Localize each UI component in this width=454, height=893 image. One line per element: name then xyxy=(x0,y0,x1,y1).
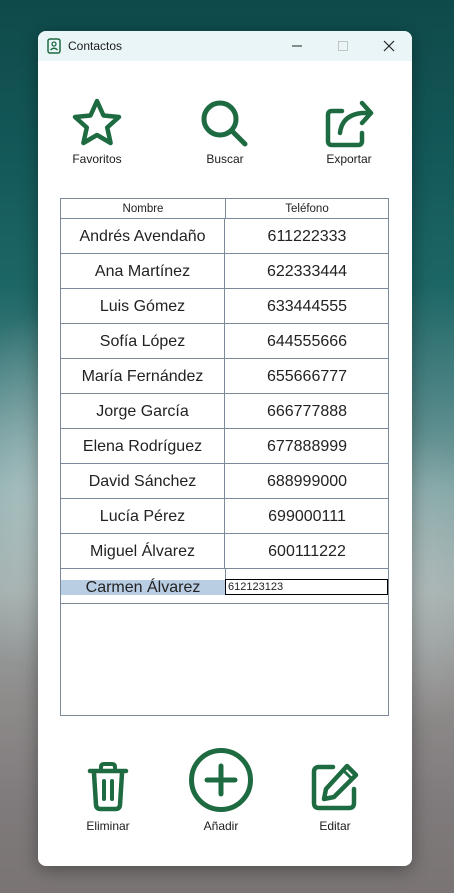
contact-book-icon xyxy=(47,38,61,54)
table-row[interactable]: Jorge García 666777888 xyxy=(61,394,388,429)
minimize-icon xyxy=(292,45,302,47)
maximize-icon xyxy=(338,41,348,51)
table-row[interactable]: Elena Rodríguez 677888999 xyxy=(61,429,388,464)
name-cell[interactable]: Elena Rodríguez xyxy=(61,429,225,463)
table-row[interactable]: Sofía López 644555666 xyxy=(61,324,388,359)
phone-edit-field[interactable] xyxy=(225,579,388,595)
name-cell[interactable]: María Fernández xyxy=(61,359,225,393)
minimize-button[interactable] xyxy=(274,31,320,61)
phone-cell[interactable]: 688999000 xyxy=(226,464,388,498)
table-row[interactable]: Ana Martínez 622333444 xyxy=(61,254,388,289)
favorites-button[interactable]: Favoritos xyxy=(60,97,134,166)
add-button[interactable]: Añadir xyxy=(186,747,256,833)
export-icon xyxy=(325,100,374,148)
edit-label: Editar xyxy=(319,819,351,833)
close-icon xyxy=(383,40,395,52)
table-row[interactable]: David Sánchez 688999000 xyxy=(61,464,388,499)
delete-label: Eliminar xyxy=(86,819,130,833)
add-circle-icon xyxy=(189,748,253,812)
phone-cell[interactable]: 655666777 xyxy=(226,359,388,393)
title-bar: Contactos xyxy=(38,31,412,61)
phone-cell[interactable]: 699000111 xyxy=(226,499,388,533)
name-cell[interactable]: Luis Gómez xyxy=(61,289,225,323)
column-header-name[interactable]: Nombre xyxy=(61,199,225,219)
name-cell[interactable]: Lucía Pérez xyxy=(61,499,225,533)
close-button[interactable] xyxy=(366,31,412,61)
edit-icon xyxy=(311,763,359,811)
contacts-table: Nombre Teléfono Andrés Avendaño 61122233… xyxy=(60,198,389,716)
window-title: Contactos xyxy=(68,39,123,53)
name-cell[interactable]: Sofía López xyxy=(61,324,225,358)
phone-cell[interactable]: 677888999 xyxy=(226,429,388,463)
name-cell[interactable]: Miguel Álvarez xyxy=(61,534,225,568)
column-divider xyxy=(225,569,226,579)
trash-icon xyxy=(87,762,129,812)
phone-cell[interactable]: 611222333 xyxy=(226,219,388,253)
maximize-button[interactable] xyxy=(320,31,366,61)
search-label: Buscar xyxy=(206,152,244,166)
name-cell[interactable]: Ana Martínez xyxy=(61,254,225,288)
export-label: Exportar xyxy=(326,152,372,166)
phone-cell[interactable]: 633444555 xyxy=(226,289,388,323)
new-contact-name[interactable]: Carmen Álvarez xyxy=(61,579,225,597)
table-row[interactable]: Luis Gómez 633444555 xyxy=(61,289,388,324)
edit-button[interactable]: Editar xyxy=(304,761,366,833)
phone-cell[interactable]: 622333444 xyxy=(226,254,388,288)
name-cell[interactable]: Andrés Avendaño xyxy=(61,219,225,253)
contacts-window: Contactos Favoritos Buscar Exportar Nomb… xyxy=(38,31,412,866)
delete-button[interactable]: Eliminar xyxy=(78,761,138,833)
name-cell[interactable]: David Sánchez xyxy=(61,464,225,498)
search-button[interactable]: Buscar xyxy=(188,97,262,166)
table-row[interactable]: María Fernández 655666777 xyxy=(61,359,388,394)
favorites-label: Favoritos xyxy=(72,152,122,166)
search-icon xyxy=(201,100,248,147)
phone-cell[interactable]: 600111222 xyxy=(226,534,388,568)
export-button[interactable]: Exportar xyxy=(312,97,386,166)
add-label: Añadir xyxy=(203,819,239,833)
name-cell[interactable]: Jorge García xyxy=(61,394,225,428)
table-row[interactable]: Lucía Pérez 699000111 xyxy=(61,499,388,534)
new-contact-row[interactable]: Carmen Álvarez xyxy=(61,569,388,604)
table-row[interactable]: Andrés Avendaño 611222333 xyxy=(61,219,388,254)
column-header-phone[interactable]: Teléfono xyxy=(226,199,388,219)
star-icon xyxy=(72,98,122,146)
phone-cell[interactable]: 644555666 xyxy=(226,324,388,358)
table-row[interactable]: Miguel Álvarez 600111222 xyxy=(61,534,388,569)
phone-cell[interactable]: 666777888 xyxy=(226,394,388,428)
